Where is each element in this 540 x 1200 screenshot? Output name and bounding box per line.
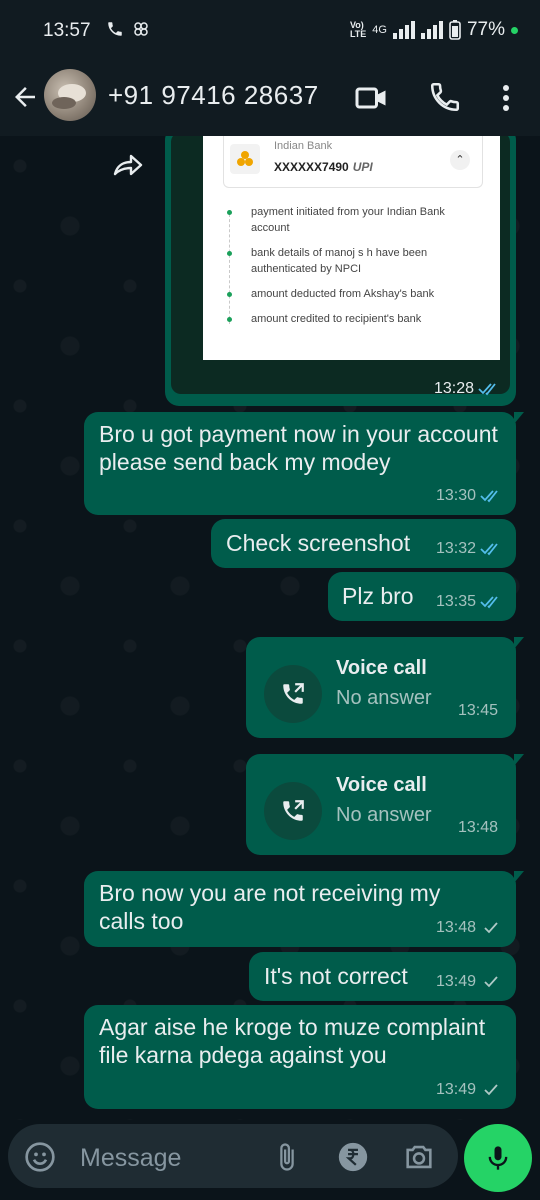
message-meta: 13:45 bbox=[458, 702, 498, 720]
emoji-icon[interactable] bbox=[24, 1141, 56, 1173]
contact-name[interactable]: +91 97416 28637 bbox=[108, 80, 319, 111]
composer: Message bbox=[0, 1120, 540, 1200]
step-item: amount deducted from Akshay's bank bbox=[225, 286, 485, 302]
delivered-ticks-icon bbox=[484, 976, 498, 988]
message-meta: 13:48 bbox=[436, 919, 502, 937]
message-input-box[interactable]: Message bbox=[8, 1124, 458, 1188]
message-time: 13:49 bbox=[435, 973, 476, 990]
message-time: 13:49 bbox=[435, 1081, 476, 1098]
chevron-up-icon: ⌃ bbox=[450, 150, 470, 170]
forward-icon[interactable] bbox=[112, 150, 144, 178]
upi-logo: UPI bbox=[352, 160, 373, 174]
message-time: 13:35 bbox=[435, 593, 476, 610]
payment-screenshot: Indian Bank XXXXXX7490 UPI ⌃ payment init… bbox=[203, 136, 500, 360]
message-text: Plz bro bbox=[342, 583, 414, 609]
account-masked: XXXXXX7490 bbox=[274, 160, 349, 174]
read-ticks-icon bbox=[478, 383, 496, 396]
back-arrow-icon[interactable] bbox=[10, 82, 40, 112]
rupee-payment-icon[interactable] bbox=[336, 1140, 370, 1174]
message-meta: 13:32 bbox=[436, 540, 502, 558]
step-item: payment initiated from your Indian Bank … bbox=[225, 204, 485, 236]
camera-icon[interactable] bbox=[402, 1140, 436, 1174]
message-meta: 13:48 bbox=[458, 819, 498, 837]
status-right: Vo) LTE 4G 77% bbox=[350, 19, 518, 41]
message-meta: 13:30 bbox=[436, 487, 502, 505]
call-title: Voice call bbox=[336, 774, 427, 796]
call-title: Voice call bbox=[336, 657, 427, 679]
more-options-icon[interactable] bbox=[494, 80, 518, 116]
signal-icon-2 bbox=[420, 21, 443, 39]
voice-call-message[interactable]: Voice call No answer 13:48 bbox=[246, 754, 524, 855]
phone-status-icon bbox=[108, 22, 122, 36]
bank-name: Indian Bank bbox=[274, 140, 333, 152]
status-bar: 13:57 Vo) LTE 4G 77% bbox=[0, 0, 540, 62]
delivered-ticks-icon bbox=[484, 1084, 498, 1096]
voice-record-button[interactable] bbox=[464, 1124, 532, 1192]
message-text: It's not correct bbox=[264, 963, 408, 989]
battery-icon bbox=[449, 20, 461, 40]
message-meta: 13:35 bbox=[436, 593, 502, 611]
attach-icon[interactable] bbox=[272, 1140, 302, 1174]
step-item: bank details of manoj s h have been auth… bbox=[225, 245, 485, 277]
pinwheel-status-icon bbox=[134, 22, 148, 36]
message-time: 13:45 bbox=[457, 702, 498, 719]
chat-area: Indian Bank XXXXXX7490 UPI ⌃ payment init… bbox=[0, 136, 540, 1120]
outgoing-message[interactable]: Check screenshot 13:32 bbox=[211, 519, 516, 568]
outgoing-message[interactable]: It's not correct 13:49 bbox=[249, 952, 516, 1001]
read-ticks-icon bbox=[480, 543, 498, 556]
outgoing-message[interactable]: Bro now you are not receiving my calls t… bbox=[84, 871, 524, 947]
battery-level: 77% bbox=[466, 19, 505, 40]
step-item: amount credited to recipient's bank bbox=[225, 311, 485, 327]
payment-steps: payment initiated from your Indian Bank … bbox=[225, 204, 485, 336]
screenshot-image[interactable]: Indian Bank XXXXXX7490 UPI ⌃ payment init… bbox=[171, 136, 510, 394]
message-input[interactable]: Message bbox=[80, 1144, 181, 1173]
message-time: 13:32 bbox=[435, 540, 476, 557]
bank-logo-icon bbox=[230, 144, 260, 174]
read-ticks-icon bbox=[480, 596, 498, 609]
signal-icon bbox=[392, 21, 415, 39]
video-call-icon[interactable] bbox=[354, 80, 390, 116]
chat-header: +91 97416 28637 bbox=[0, 62, 540, 136]
voice-call-message[interactable]: Voice call No answer 13:45 bbox=[246, 637, 524, 738]
message-meta: 13:28 bbox=[434, 380, 500, 398]
message-time: 13:48 bbox=[435, 919, 476, 936]
bank-card: Indian Bank XXXXXX7490 UPI ⌃ bbox=[223, 136, 483, 188]
privacy-dot bbox=[511, 26, 518, 34]
message-text: Bro now you are not receiving my calls t… bbox=[99, 880, 441, 934]
outgoing-message[interactable]: Bro u got payment now in your account pl… bbox=[84, 412, 524, 515]
missed-call-icon bbox=[264, 782, 322, 840]
message-time: 13:28 bbox=[433, 380, 474, 397]
message-meta: 13:49 bbox=[436, 973, 502, 991]
image-message[interactable]: Indian Bank XXXXXX7490 UPI ⌃ payment init… bbox=[165, 136, 516, 406]
volte-icon: Vo) LTE bbox=[349, 20, 367, 39]
message-text: Check screenshot bbox=[226, 530, 411, 556]
microphone-icon bbox=[488, 1146, 508, 1170]
delivered-ticks-icon bbox=[484, 922, 498, 934]
voice-call-icon[interactable] bbox=[428, 80, 462, 114]
read-ticks-icon bbox=[480, 490, 498, 503]
missed-call-icon bbox=[264, 665, 322, 723]
account-number: XXXXXX7490 UPI bbox=[274, 160, 373, 174]
message-text: Agar aise he kroge to muze complaint fil… bbox=[99, 1014, 486, 1068]
network-label: 4G bbox=[372, 24, 387, 36]
call-status: No answer bbox=[336, 804, 432, 826]
message-meta: 13:49 bbox=[436, 1081, 502, 1099]
avatar[interactable] bbox=[44, 69, 96, 121]
message-time: 13:48 bbox=[457, 819, 498, 836]
outgoing-message[interactable]: Agar aise he kroge to muze complaint fil… bbox=[84, 1005, 516, 1109]
outgoing-message[interactable]: Plz bro 13:35 bbox=[328, 572, 516, 621]
message-time: 13:30 bbox=[435, 487, 476, 504]
call-status: No answer bbox=[336, 687, 432, 709]
message-text: Bro u got payment now in your account pl… bbox=[99, 421, 498, 475]
status-time: 13:57 bbox=[43, 20, 91, 41]
